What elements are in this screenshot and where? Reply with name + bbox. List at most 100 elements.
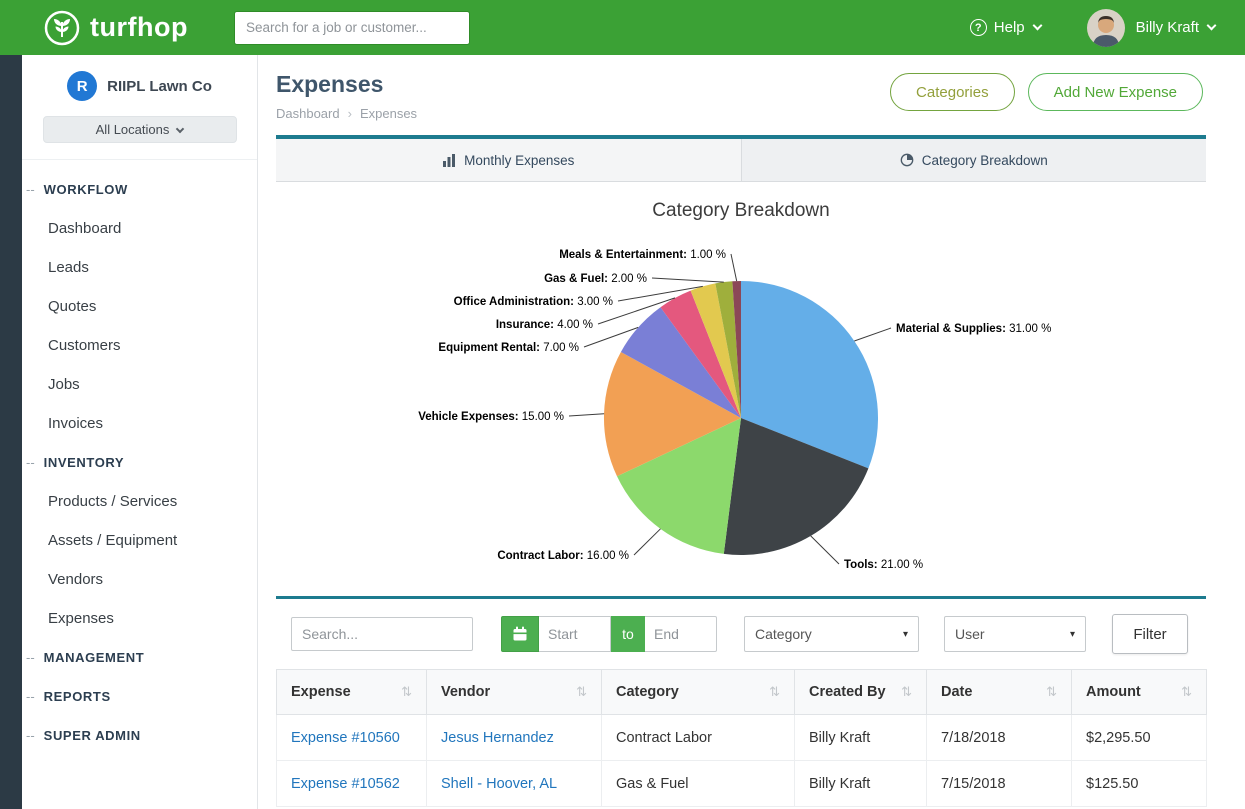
cell-created_by: Billy Kraft	[795, 715, 927, 761]
pie-label-line	[731, 254, 737, 281]
pie-label-material-supplies: Material & Supplies: 31.00 %	[896, 323, 1051, 335]
user-select-value: User	[955, 626, 985, 642]
cell-vendor[interactable]: Shell - Hoover, AL	[427, 761, 602, 807]
cell-expense[interactable]: Expense #10562	[277, 761, 427, 807]
sidebar-section-label: INVENTORY	[44, 455, 125, 470]
column-header-vendor[interactable]: Vendor ⇅	[427, 670, 602, 715]
column-header-date[interactable]: Date⇅	[927, 670, 1072, 715]
sort-icon[interactable]: ⇅	[1046, 684, 1057, 700]
sidebar-section-label: WORKFLOW	[44, 182, 128, 197]
expenses-table: Expense⇅Vendor⇅Category⇅Created By⇅Date⇅…	[276, 669, 1207, 807]
brand-name: turfhop	[90, 12, 188, 43]
sidebar-item-products-services[interactable]: Products / Services	[22, 482, 257, 521]
breadcrumb-dashboard[interactable]: Dashboard	[276, 106, 340, 121]
pie-label-vehicle-expenses: Vehicle Expenses: 15.00 %	[418, 411, 564, 423]
column-header-expense[interactable]: Expense ⇅	[277, 670, 427, 715]
table-search-input[interactable]	[291, 617, 473, 651]
filter-button[interactable]: Filter	[1112, 614, 1188, 654]
sort-icon[interactable]: ⇅	[901, 684, 912, 700]
table-filter-bar: to Category ▾ User ▾ Filter	[276, 599, 1206, 669]
location-selector[interactable]: All Locations	[43, 116, 237, 143]
tree-dash-icon: --	[26, 455, 35, 470]
tree-dash-icon: --	[26, 728, 35, 743]
date-end-input[interactable]	[645, 616, 717, 652]
page-actions: Categories Add New Expense	[877, 71, 1203, 111]
help-label: Help	[994, 19, 1025, 36]
sidebar-item-customers[interactable]: Customers	[22, 326, 257, 365]
tab-category-breakdown[interactable]: Category Breakdown	[741, 139, 1207, 181]
company-logo: R	[67, 71, 97, 101]
pie-chart: Category Breakdown Material & Supplies: …	[276, 182, 1206, 594]
sort-icon[interactable]: ⇅	[576, 684, 587, 700]
cell-vendor[interactable]: Jesus Hernandez	[427, 715, 602, 761]
page-title: Expenses	[276, 71, 417, 98]
sidebar-item-jobs[interactable]: Jobs	[22, 365, 257, 404]
sidebar-item-leads[interactable]: Leads	[22, 248, 257, 287]
pie-label-line	[634, 529, 661, 555]
categories-button[interactable]: Categories	[890, 73, 1015, 111]
cell-expense[interactable]: Expense #10560	[277, 715, 427, 761]
user-name: Billy Kraft	[1136, 19, 1199, 36]
category-select[interactable]: Category ▾	[744, 616, 919, 652]
column-label: Category	[616, 684, 679, 700]
chart-title: Category Breakdown	[276, 182, 1206, 222]
sidebar: R RIIPL Lawn Co All Locations -- WORKFLOW…	[0, 55, 258, 809]
category-select-value: Category	[755, 626, 812, 642]
tab-label: Monthly Expenses	[464, 153, 574, 168]
column-label: Amount	[1086, 684, 1141, 700]
company-name: RIIPL Lawn Co	[107, 78, 212, 95]
sidebar-nav: -- WORKFLOW DashboardLeadsQuotesCustomersJ…	[22, 160, 257, 755]
chevron-down-icon: ▾	[1070, 629, 1075, 640]
cell-date: 7/15/2018	[927, 761, 1072, 807]
chevron-down-icon	[1032, 21, 1042, 31]
chart-tabs: Monthly Expenses Category Breakdown	[276, 135, 1206, 182]
sidebar-item-expenses[interactable]: Expenses	[22, 599, 257, 638]
tree-dash-icon: --	[26, 650, 35, 665]
date-to-label: to	[611, 616, 645, 652]
pie-chart-icon	[900, 153, 914, 167]
sort-icon[interactable]: ⇅	[769, 684, 780, 700]
column-label: Created By	[809, 684, 886, 700]
tab-label: Category Breakdown	[922, 153, 1048, 168]
sidebar-item-dashboard[interactable]: Dashboard	[22, 209, 257, 248]
tree-dash-icon: --	[26, 182, 35, 197]
date-range-group: to	[501, 616, 717, 652]
pie-chart-svg: Material & Supplies: 31.00 %Tools: 21.00…	[276, 226, 1206, 594]
breadcrumb-separator: ›	[348, 106, 352, 121]
sidebar-section-label: MANAGEMENT	[44, 650, 145, 665]
pie-label-line	[854, 328, 891, 341]
column-label: Expense	[291, 684, 351, 700]
sidebar-item-assets-equipment[interactable]: Assets / Equipment	[22, 521, 257, 560]
help-menu[interactable]: ? Help	[970, 19, 1041, 36]
column-header-created-by[interactable]: Created By ⇅	[795, 670, 927, 715]
brand-logo[interactable]: turfhop	[44, 10, 188, 46]
top-header: turfhop ? Help Billy Kraft	[0, 0, 1245, 55]
pie-label-insurance: Insurance: 4.00 %	[496, 319, 593, 331]
pie-label-contract-labor: Contract Labor: 16.00 %	[497, 550, 629, 562]
pie-label-office-administration: Office Administration: 3.00 %	[454, 296, 613, 308]
sidebar-section-inventory: -- INVENTORY	[22, 443, 257, 482]
column-label: Vendor	[441, 684, 490, 700]
user-menu[interactable]: Billy Kraft	[1087, 9, 1215, 47]
help-icon: ?	[970, 19, 987, 36]
column-header-amount[interactable]: Amount ⇅	[1072, 670, 1207, 715]
breadcrumb: Dashboard›Expenses	[276, 106, 417, 121]
global-search-input[interactable]	[234, 11, 470, 45]
tab-monthly-expenses[interactable]: Monthly Expenses	[276, 139, 741, 181]
user-select[interactable]: User ▾	[944, 616, 1086, 652]
chevron-down-icon	[176, 124, 184, 132]
date-start-input[interactable]	[539, 616, 611, 652]
sidebar-item-invoices[interactable]: Invoices	[22, 404, 257, 443]
cell-date: 7/18/2018	[927, 715, 1072, 761]
sidebar-item-quotes[interactable]: Quotes	[22, 287, 257, 326]
tree-dash-icon: --	[26, 689, 35, 704]
cell-category: Contract Labor	[602, 715, 795, 761]
sidebar-item-vendors[interactable]: Vendors	[22, 560, 257, 599]
sort-icon[interactable]: ⇅	[401, 684, 412, 700]
sort-icon[interactable]: ⇅	[1181, 684, 1192, 700]
calendar-button[interactable]	[501, 616, 539, 652]
pie-label-line	[811, 536, 839, 564]
add-new-expense-button[interactable]: Add New Expense	[1028, 73, 1203, 111]
turfhop-logo-icon	[44, 10, 80, 46]
column-header-category[interactable]: Category ⇅	[602, 670, 795, 715]
